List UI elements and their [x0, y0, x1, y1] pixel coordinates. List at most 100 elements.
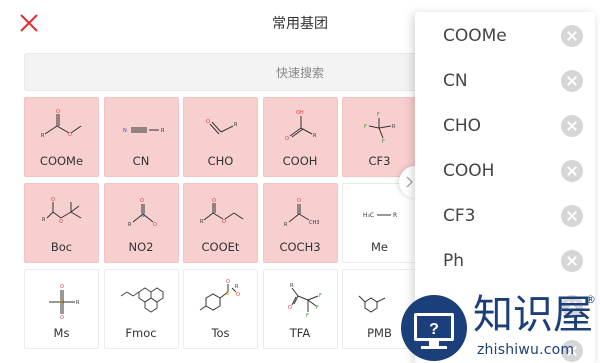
svg-text:F: F	[316, 305, 319, 311]
svg-text:O: O	[59, 219, 63, 225]
selected-item-label: COOMe	[443, 26, 507, 46]
svg-text:R: R	[393, 212, 397, 219]
cn-structure-icon: N R	[123, 127, 165, 134]
ms-structure-icon: O O S R	[49, 284, 80, 321]
group-label: Boc	[50, 240, 73, 254]
group-label: NO2	[128, 240, 154, 254]
selected-item[interactable]: CHO	[415, 104, 595, 149]
svg-text:O: O	[60, 284, 64, 290]
selected-item-label: CN	[443, 71, 468, 91]
coome-structure-icon: R O O	[41, 109, 82, 139]
svg-text:R: R	[76, 300, 80, 306]
selected-item-label: COOH	[443, 161, 495, 181]
svg-text:O: O	[153, 222, 157, 228]
svg-text:R: R	[284, 222, 288, 228]
group-label: Fmoc	[125, 326, 157, 340]
tos-structure-icon: S O O R	[199, 279, 240, 311]
group-label: COOMe	[39, 154, 84, 168]
svg-text:N: N	[123, 128, 127, 134]
svg-text:F: F	[382, 139, 385, 145]
svg-text:O: O	[51, 197, 55, 203]
group-cell-cooet[interactable]: O O R COOEt	[183, 183, 258, 263]
group-cell-cooh[interactable]: OH O R COOH	[262, 97, 338, 177]
group-cell-cn[interactable]: N R CN	[103, 97, 179, 177]
group-label: COCH3	[279, 240, 321, 254]
svg-text:O: O	[285, 136, 289, 142]
svg-text:R: R	[161, 128, 165, 134]
no2-structure-icon: O N R O	[128, 198, 157, 228]
group-cell-no2[interactable]: O N R O NO2	[103, 183, 179, 263]
svg-text:O: O	[212, 198, 216, 204]
svg-text:O: O	[56, 109, 60, 115]
svg-text:CH3: CH3	[309, 220, 319, 226]
svg-text:O: O	[60, 315, 64, 321]
svg-text:R: R	[313, 133, 317, 139]
cf3-structure-icon: F F F R	[364, 112, 396, 145]
selected-item-label: CHO	[443, 116, 482, 136]
svg-text:O: O	[288, 305, 292, 311]
svg-text:R: R	[392, 124, 396, 130]
group-label: CHO	[207, 154, 234, 168]
svg-text:O: O	[226, 279, 230, 285]
svg-text:F: F	[364, 124, 367, 130]
svg-text:R: R	[128, 222, 132, 228]
svg-text:R: R	[290, 283, 294, 289]
help-monitor-icon: ?	[401, 295, 467, 361]
svg-text:H₃C: H₃C	[363, 212, 374, 219]
remove-icon[interactable]	[561, 250, 583, 272]
group-cell-cf3[interactable]: F F F R CF3	[342, 97, 417, 177]
watermark-cn: 知识屋	[473, 292, 593, 338]
group-cell-ms[interactable]: O O S R Ms	[24, 269, 99, 349]
coch3-structure-icon: O R CH3	[284, 198, 319, 228]
svg-text:O: O	[68, 132, 72, 138]
svg-text:S: S	[226, 291, 229, 297]
svg-text:O: O	[140, 198, 144, 204]
selected-item-label: CF3	[443, 206, 476, 226]
svg-text:O: O	[222, 219, 226, 225]
svg-text:N: N	[141, 213, 145, 219]
group-cell-tos[interactable]: S O O R Tos	[183, 269, 258, 349]
svg-text:F: F	[377, 112, 380, 118]
group-cell-boc[interactable]: O O R Boc	[24, 183, 99, 263]
selected-item-label: Ph	[443, 251, 465, 271]
group-label: Ms	[53, 326, 70, 340]
cho-structure-icon: O R	[206, 119, 238, 135]
remove-icon[interactable]	[561, 25, 583, 47]
watermark-en: zhishiwu.com	[477, 342, 575, 358]
svg-text:O: O	[236, 292, 240, 298]
remove-icon[interactable]	[561, 70, 583, 92]
boc-structure-icon: O O R	[42, 197, 82, 225]
svg-text:R: R	[234, 122, 238, 128]
group-label: TFA	[289, 326, 311, 340]
group-cell-fmoc[interactable]: Fmoc	[103, 269, 179, 349]
remove-icon[interactable]	[561, 160, 583, 182]
selected-item[interactable]: Ph	[415, 239, 595, 284]
remove-icon[interactable]	[561, 115, 583, 137]
group-cell-cho[interactable]: O R CHO	[183, 97, 258, 177]
selected-item[interactable]: COOMe	[415, 14, 595, 59]
selected-item[interactable]: COOH	[415, 149, 595, 194]
fmoc-structure-icon	[120, 287, 163, 313]
group-cell-tfa[interactable]: R O F F F TFA	[262, 269, 338, 349]
watermark: ? 知识屋 ® zhishiwu.com	[399, 291, 600, 363]
svg-text:F: F	[319, 293, 322, 299]
group-cell-coch3[interactable]: O R CH3 COCH3	[262, 183, 338, 263]
selected-item[interactable]: CN	[415, 59, 595, 104]
group-label: COOEt	[201, 240, 240, 254]
selected-item[interactable]: CF3	[415, 194, 595, 239]
svg-text:O: O	[206, 119, 210, 125]
remove-icon[interactable]	[561, 205, 583, 227]
svg-text:R: R	[41, 133, 45, 139]
tfa-structure-icon: R O F F F	[288, 283, 322, 319]
group-label: Me	[371, 240, 388, 254]
svg-text:R: R	[235, 284, 239, 290]
cooet-structure-icon: O O R	[200, 198, 244, 225]
svg-text:R: R	[200, 219, 204, 225]
svg-text:O: O	[297, 198, 301, 204]
group-cell-coome[interactable]: R O O COOMe	[24, 97, 99, 177]
svg-text:R: R	[42, 217, 46, 223]
svg-text:OH: OH	[296, 110, 304, 116]
watermark-reg: ®	[585, 293, 596, 306]
cooh-structure-icon: OH O R	[285, 110, 317, 142]
group-label: CN	[132, 154, 150, 168]
